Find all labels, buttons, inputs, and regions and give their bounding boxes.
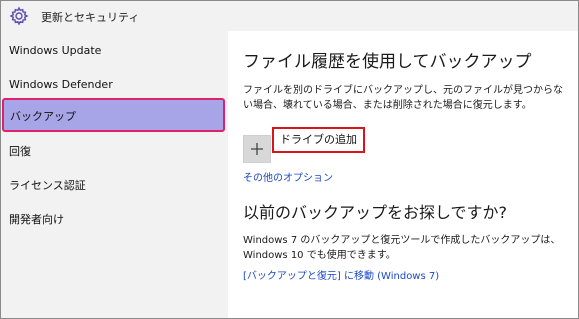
sidebar-item-windows-update[interactable]: Windows Update [1, 34, 228, 68]
sidebar-item-backup[interactable]: バックアップ [2, 98, 225, 132]
page-title: ファイル履歴を使用してバックアップ [243, 52, 532, 72]
old-backup-heading: 以前のバックアップをお探しですか? [243, 203, 508, 222]
sidebar-item-recovery[interactable]: 回復 [1, 135, 228, 169]
more-options-link[interactable]: その他のオプション [243, 169, 333, 184]
add-drive-button[interactable] [243, 135, 271, 163]
window-title: 更新とセキュリティ [41, 11, 140, 24]
settings-window: 更新とセキュリティ Windows Update Windows Defende… [0, 0, 579, 319]
backup-description: ファイルを別のドライブにバックアップし、元のファイルが見つからない場合、壊れてい… [243, 85, 563, 111]
title-bar: 更新とセキュリティ [1, 1, 578, 31]
plus-icon [251, 140, 263, 159]
gear-icon [9, 6, 29, 26]
sidebar-item-windows-defender[interactable]: Windows Defender [1, 68, 228, 102]
add-drive-label[interactable]: ドライブの追加 [272, 127, 365, 153]
old-backup-description: Windows 7 のバックアップと復元ツールで作成したバックアップは、Wind… [243, 235, 561, 261]
sidebar-item-activation[interactable]: ライセンス認証 [1, 169, 228, 203]
sidebar-item-developer[interactable]: 開発者向け [1, 203, 228, 237]
sidebar: Windows Update Windows Defender バックアップ 回… [1, 31, 228, 318]
restore-windows7-link[interactable]: [バックアップと復元] に移動 (Windows 7) [243, 267, 439, 282]
main-content: ファイル履歴を使用してバックアップ ファイルを別のドライブにバックアップし、元の… [228, 31, 578, 318]
